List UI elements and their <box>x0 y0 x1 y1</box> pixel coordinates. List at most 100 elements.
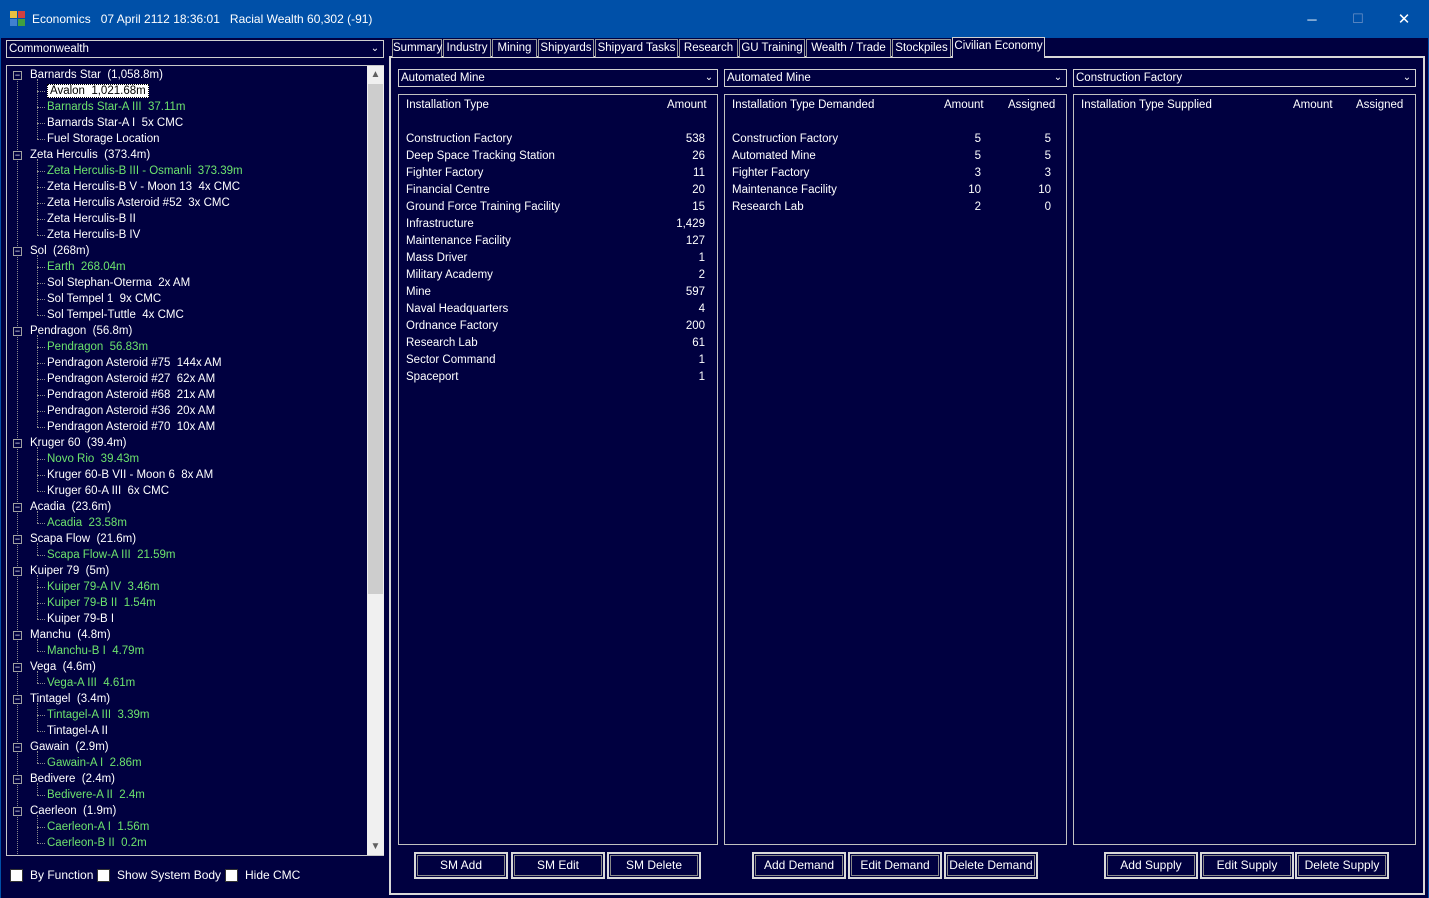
assigned-cell[interactable]: 0 <box>995 201 1051 213</box>
tree-body-node[interactable]: Acadia 23.58m <box>47 515 127 531</box>
installation-type-cell[interactable]: Ground Force Training Facility <box>406 201 560 213</box>
tree-body-node[interactable]: Barnards Star-A I 5x CMC <box>47 115 183 131</box>
demanded-type-cell[interactable]: Automated Mine <box>732 150 816 162</box>
installation-type-cell[interactable]: Naval Headquarters <box>406 303 508 315</box>
amount-cell[interactable]: 1,429 <box>639 218 705 230</box>
tree-body-node[interactable]: Kruger 60-B VII - Moon 6 8x AM <box>47 467 213 483</box>
add-demand-button[interactable]: Add Demand <box>752 852 846 879</box>
installation-type-cell[interactable]: Fighter Factory <box>406 167 483 179</box>
amount-cell[interactable]: 200 <box>639 320 705 332</box>
demanded-type-cell[interactable]: Construction Factory <box>732 133 838 145</box>
tree-body-node[interactable]: Avalon 1,021.68m <box>47 83 149 99</box>
by-function-checkbox[interactable]: By Function <box>10 868 93 882</box>
amount-cell[interactable]: 1 <box>639 371 705 383</box>
amount-cell[interactable]: 10 <box>925 184 981 196</box>
tree-body-node[interactable]: Caerleon-B II 0.2m <box>47 835 147 851</box>
supply-filter-select[interactable]: Construction Factory ⌄ <box>1073 69 1416 87</box>
installation-type-cell[interactable]: Mass Driver <box>406 252 467 264</box>
amount-cell[interactable]: 1 <box>639 354 705 366</box>
tree-body-node[interactable]: Earth 268.04m <box>47 259 126 275</box>
amount-cell[interactable]: 2 <box>639 269 705 281</box>
tree-body-node[interactable]: Zeta Herculis-B II <box>47 211 136 227</box>
column-header-amount[interactable]: Amount <box>667 99 707 111</box>
amount-cell[interactable]: 5 <box>925 150 981 162</box>
edit-supply-button[interactable]: Edit Supply <box>1200 852 1294 879</box>
tree-body-node[interactable]: Pendragon Asteroid #36 20x AM <box>47 403 215 419</box>
edit-demand-button[interactable]: Edit Demand <box>848 852 942 879</box>
tree-body-node[interactable]: Zeta Herculis Asteroid #52 3x CMC <box>47 195 230 211</box>
tree-system-node[interactable]: Bedivere (2.4m) <box>30 771 115 787</box>
amount-cell[interactable]: 597 <box>639 286 705 298</box>
collapse-icon[interactable]: − <box>13 503 22 512</box>
assigned-cell[interactable]: 10 <box>995 184 1051 196</box>
tree-body-node[interactable]: Vega-A III 4.61m <box>47 675 135 691</box>
installation-list[interactable]: Installation Type Amount Construction Fa… <box>398 94 718 845</box>
tree-body-node[interactable]: Barnards Star-A III 37.11m <box>47 99 186 115</box>
column-header-assigned[interactable]: Assigned <box>1008 99 1055 111</box>
collapse-icon[interactable]: − <box>13 695 22 704</box>
tree-body-node[interactable]: Novo Rio 39.43m <box>47 451 139 467</box>
collapse-icon[interactable]: − <box>13 535 22 544</box>
tree-body-node[interactable]: Pendragon Asteroid #68 21x AM <box>47 387 215 403</box>
delete-demand-button[interactable]: Delete Demand <box>944 852 1038 879</box>
sm-add-button[interactable]: SM Add <box>414 852 508 879</box>
collapse-icon[interactable]: − <box>13 327 22 336</box>
installation-type-cell[interactable]: Research Lab <box>406 337 478 349</box>
tree-body-node[interactable]: Gawain-A I 2.86m <box>47 755 142 771</box>
close-button[interactable]: ✕ <box>1381 0 1427 38</box>
collapse-icon[interactable]: − <box>13 439 22 448</box>
chevron-down-icon[interactable]: ⌄ <box>1399 70 1415 86</box>
collapse-icon[interactable]: − <box>13 247 22 256</box>
amount-cell[interactable]: 5 <box>925 133 981 145</box>
installation-type-cell[interactable]: Mine <box>406 286 431 298</box>
tab-shipyards[interactable]: Shipyards <box>538 39 594 57</box>
delete-supply-button[interactable]: Delete Supply <box>1295 852 1389 879</box>
installation-type-cell[interactable]: Infrastructure <box>406 218 474 230</box>
installation-type-cell[interactable]: Deep Space Tracking Station <box>406 150 555 162</box>
demanded-type-cell[interactable]: Fighter Factory <box>732 167 809 179</box>
checkbox-box[interactable] <box>225 868 238 882</box>
tree-system-node[interactable]: Caerleon (1.9m) <box>30 803 116 819</box>
assigned-cell[interactable]: 3 <box>995 167 1051 179</box>
amount-cell[interactable]: 11 <box>639 167 705 179</box>
amount-cell[interactable]: 3 <box>925 167 981 179</box>
tab-research[interactable]: Research <box>679 39 738 57</box>
tab-wealth-trade[interactable]: Wealth / Trade <box>806 39 891 57</box>
tab-civilian-economy[interactable]: Civilian Economy <box>952 37 1045 58</box>
amount-cell[interactable]: 15 <box>639 201 705 213</box>
column-header-amount[interactable]: Amount <box>1293 99 1333 111</box>
collapse-icon[interactable]: − <box>13 743 22 752</box>
tree-body-node[interactable]: Caerleon-A I 1.56m <box>47 819 149 835</box>
tree-scrollbar[interactable]: ▲ ▼ <box>367 66 384 855</box>
installation-type-cell[interactable]: Spaceport <box>406 371 458 383</box>
tab-stockpiles[interactable]: Stockpiles <box>892 39 951 57</box>
tree-body-node[interactable]: Pendragon Asteroid #75 144x AM <box>47 355 222 371</box>
installation-type-cell[interactable]: Military Academy <box>406 269 493 281</box>
tree-body-node[interactable]: Fuel Storage Location <box>47 131 160 147</box>
supply-list[interactable]: Installation Type Supplied Amount Assign… <box>1073 94 1416 845</box>
tree-system-node[interactable]: Pendragon (56.8m) <box>30 323 132 339</box>
collapse-icon[interactable]: − <box>13 807 22 816</box>
column-header-installation-type-demanded[interactable]: Installation Type Demanded <box>732 99 874 111</box>
tab-industry[interactable]: Industry <box>443 39 491 57</box>
installation-type-cell[interactable]: Ordnance Factory <box>406 320 498 332</box>
chevron-down-icon[interactable]: ⌄ <box>1050 70 1066 86</box>
tree-system-node[interactable]: Tintagel (3.4m) <box>30 691 110 707</box>
column-header-amount[interactable]: Amount <box>944 99 984 111</box>
scroll-down-icon[interactable]: ▼ <box>367 838 384 855</box>
column-header-installation-type-supplied[interactable]: Installation Type Supplied <box>1081 99 1212 111</box>
sm-delete-button[interactable]: SM Delete <box>607 852 701 879</box>
tree-system-node[interactable]: Kruger 60 (39.4m) <box>30 435 127 451</box>
tree-body-node[interactable]: Pendragon Asteroid #27 62x AM <box>47 371 215 387</box>
collapse-icon[interactable]: − <box>13 663 22 672</box>
tree-body-node[interactable]: Sol Stephan-Oterma 2x AM <box>47 275 190 291</box>
scroll-thumb[interactable] <box>368 84 383 594</box>
collapse-icon[interactable]: − <box>13 71 22 80</box>
tree-system-node[interactable]: Acadia (23.6m) <box>30 499 111 515</box>
column-header-installation-type[interactable]: Installation Type <box>406 99 489 111</box>
collapse-icon[interactable]: − <box>13 567 22 576</box>
tree-body-node[interactable]: Pendragon Asteroid #70 10x AM <box>47 419 215 435</box>
tab-summary[interactable]: Summary <box>392 39 442 57</box>
chevron-down-icon[interactable]: ⌄ <box>701 70 717 86</box>
tree-system-node[interactable]: Barnards Star (1,058.8m) <box>30 67 163 83</box>
